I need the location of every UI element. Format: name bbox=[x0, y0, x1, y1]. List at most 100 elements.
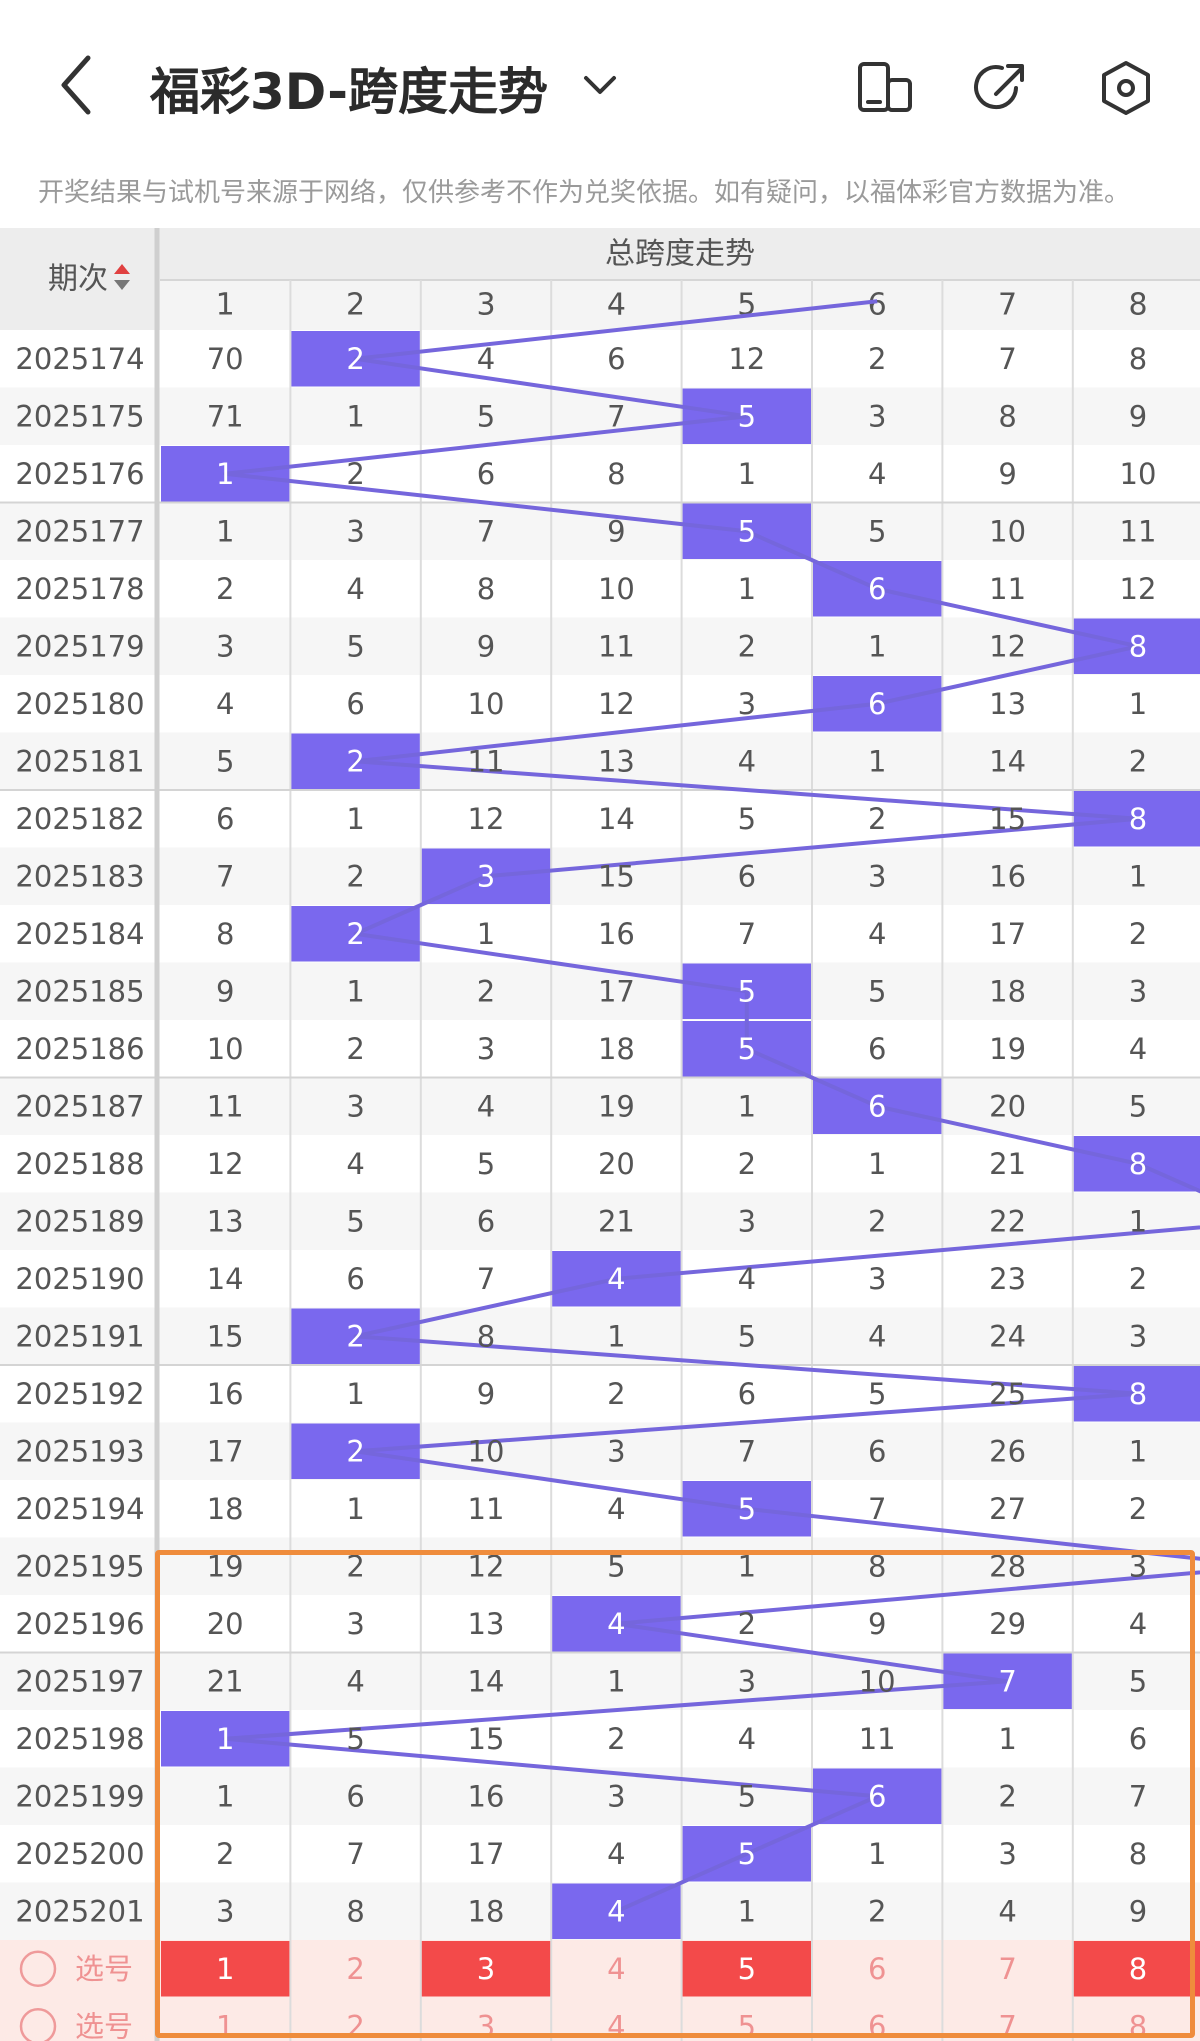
omission-value: 1 bbox=[1129, 1434, 1147, 1468]
omission-value: 2 bbox=[607, 1377, 625, 1411]
select-number-button[interactable]: 7 bbox=[998, 2009, 1016, 2041]
omission-value: 5 bbox=[1129, 1089, 1147, 1123]
omission-value: 71 bbox=[207, 399, 244, 433]
period-label: 2025185 bbox=[15, 974, 144, 1008]
omission-value: 11 bbox=[1120, 514, 1157, 548]
omission-value: 2 bbox=[216, 1837, 234, 1871]
select-number-button[interactable]: 5 bbox=[738, 1952, 756, 1986]
omission-value: 18 bbox=[207, 1492, 244, 1526]
omission-value: 16 bbox=[207, 1377, 244, 1411]
period-label: 2025198 bbox=[15, 1722, 144, 1756]
column-header: 3 bbox=[476, 288, 495, 323]
omission-value: 9 bbox=[216, 974, 234, 1008]
hit-value: 5 bbox=[738, 974, 756, 1008]
omission-value: 2 bbox=[346, 1032, 364, 1066]
select-number-button[interactable]: 3 bbox=[477, 2009, 495, 2041]
omission-value: 8 bbox=[477, 572, 495, 606]
select-row-bg bbox=[0, 1997, 1200, 2041]
omission-value: 2 bbox=[738, 1147, 756, 1181]
omission-value: 1 bbox=[868, 1147, 886, 1181]
omission-value: 3 bbox=[607, 1779, 625, 1813]
select-number-button[interactable]: 8 bbox=[1129, 2009, 1147, 2041]
hit-value: 6 bbox=[868, 1089, 886, 1123]
omission-value: 2 bbox=[1129, 917, 1147, 951]
period-header: 期次 bbox=[48, 262, 108, 297]
omission-value: 5 bbox=[868, 514, 886, 548]
omission-value: 12 bbox=[468, 1549, 505, 1583]
select-number-button[interactable]: 1 bbox=[216, 1952, 234, 1986]
omission-value: 1 bbox=[738, 457, 756, 491]
omission-value: 3 bbox=[868, 859, 886, 893]
column-header: 4 bbox=[607, 288, 626, 323]
omission-value: 11 bbox=[989, 572, 1026, 606]
omission-value: 9 bbox=[1129, 399, 1147, 433]
omission-value: 6 bbox=[1129, 1722, 1147, 1756]
hit-value: 1 bbox=[216, 1722, 234, 1756]
select-number-button[interactable]: 6 bbox=[868, 2009, 886, 2041]
omission-value: 4 bbox=[346, 572, 364, 606]
omission-value: 1 bbox=[738, 572, 756, 606]
omission-value: 1 bbox=[607, 1319, 625, 1353]
omission-value: 14 bbox=[207, 1262, 244, 1296]
omission-value: 7 bbox=[346, 1837, 364, 1871]
omission-value: 1 bbox=[346, 974, 364, 1008]
select-number-button[interactable]: 6 bbox=[868, 1952, 886, 1986]
select-number-button[interactable]: 5 bbox=[738, 2009, 756, 2041]
omission-value: 1 bbox=[216, 514, 234, 548]
select-row-label[interactable]: 选号 bbox=[75, 2009, 133, 2041]
omission-value: 19 bbox=[598, 1089, 635, 1123]
select-number-button[interactable]: 7 bbox=[998, 1952, 1016, 1986]
omission-value: 10 bbox=[598, 572, 635, 606]
select-row-label[interactable]: 选号 bbox=[75, 1952, 133, 1986]
omission-value: 21 bbox=[989, 1147, 1026, 1181]
select-number-button[interactable]: 2 bbox=[346, 2009, 364, 2041]
omission-value: 11 bbox=[468, 744, 505, 778]
omission-value: 15 bbox=[468, 1722, 505, 1756]
omission-value: 2 bbox=[607, 1722, 625, 1756]
omission-value: 12 bbox=[468, 802, 505, 836]
period-label: 2025195 bbox=[15, 1549, 144, 1583]
hit-value: 3 bbox=[477, 859, 495, 893]
omission-value: 5 bbox=[477, 399, 495, 433]
period-label: 2025187 bbox=[15, 1089, 144, 1123]
omission-value: 2 bbox=[1129, 1262, 1147, 1296]
omission-value: 1 bbox=[738, 1894, 756, 1928]
omission-value: 1 bbox=[1129, 687, 1147, 721]
hit-value: 2 bbox=[346, 342, 364, 376]
select-number-button[interactable]: 8 bbox=[1129, 1952, 1147, 1986]
omission-value: 4 bbox=[1129, 1032, 1147, 1066]
omission-value: 8 bbox=[1129, 1837, 1147, 1871]
hit-value: 8 bbox=[1129, 802, 1147, 836]
omission-value: 14 bbox=[468, 1664, 505, 1698]
omission-value: 17 bbox=[207, 1434, 244, 1468]
select-number-button[interactable]: 1 bbox=[216, 2009, 234, 2041]
period-label: 2025191 bbox=[15, 1319, 144, 1353]
omission-value: 18 bbox=[598, 1032, 635, 1066]
omission-value: 2 bbox=[346, 859, 364, 893]
select-number-button[interactable]: 4 bbox=[607, 2009, 625, 2041]
hit-value: 8 bbox=[1129, 629, 1147, 663]
omission-value: 8 bbox=[216, 917, 234, 951]
select-number-button[interactable]: 4 bbox=[607, 1952, 625, 1986]
omission-value: 7 bbox=[477, 1262, 495, 1296]
omission-value: 8 bbox=[1129, 342, 1147, 376]
omission-value: 17 bbox=[468, 1837, 505, 1871]
row-bg bbox=[0, 330, 1200, 388]
select-number-button[interactable]: 3 bbox=[477, 1952, 495, 1986]
omission-value: 2 bbox=[868, 342, 886, 376]
select-number-button[interactable]: 2 bbox=[346, 1952, 364, 1986]
hit-value: 4 bbox=[607, 1262, 625, 1296]
period-label: 2025180 bbox=[15, 687, 144, 721]
hit-value: 2 bbox=[346, 1434, 364, 1468]
omission-value: 25 bbox=[989, 1377, 1026, 1411]
omission-value: 9 bbox=[607, 514, 625, 548]
omission-value: 10 bbox=[989, 514, 1026, 548]
omission-value: 3 bbox=[1129, 1549, 1147, 1583]
row-bg bbox=[0, 1825, 1200, 1883]
omission-value: 5 bbox=[346, 1204, 364, 1238]
omission-value: 10 bbox=[468, 1434, 505, 1468]
omission-value: 3 bbox=[738, 1204, 756, 1238]
omission-value: 1 bbox=[738, 1549, 756, 1583]
omission-value: 1 bbox=[346, 399, 364, 433]
column-header: 6 bbox=[868, 288, 887, 323]
